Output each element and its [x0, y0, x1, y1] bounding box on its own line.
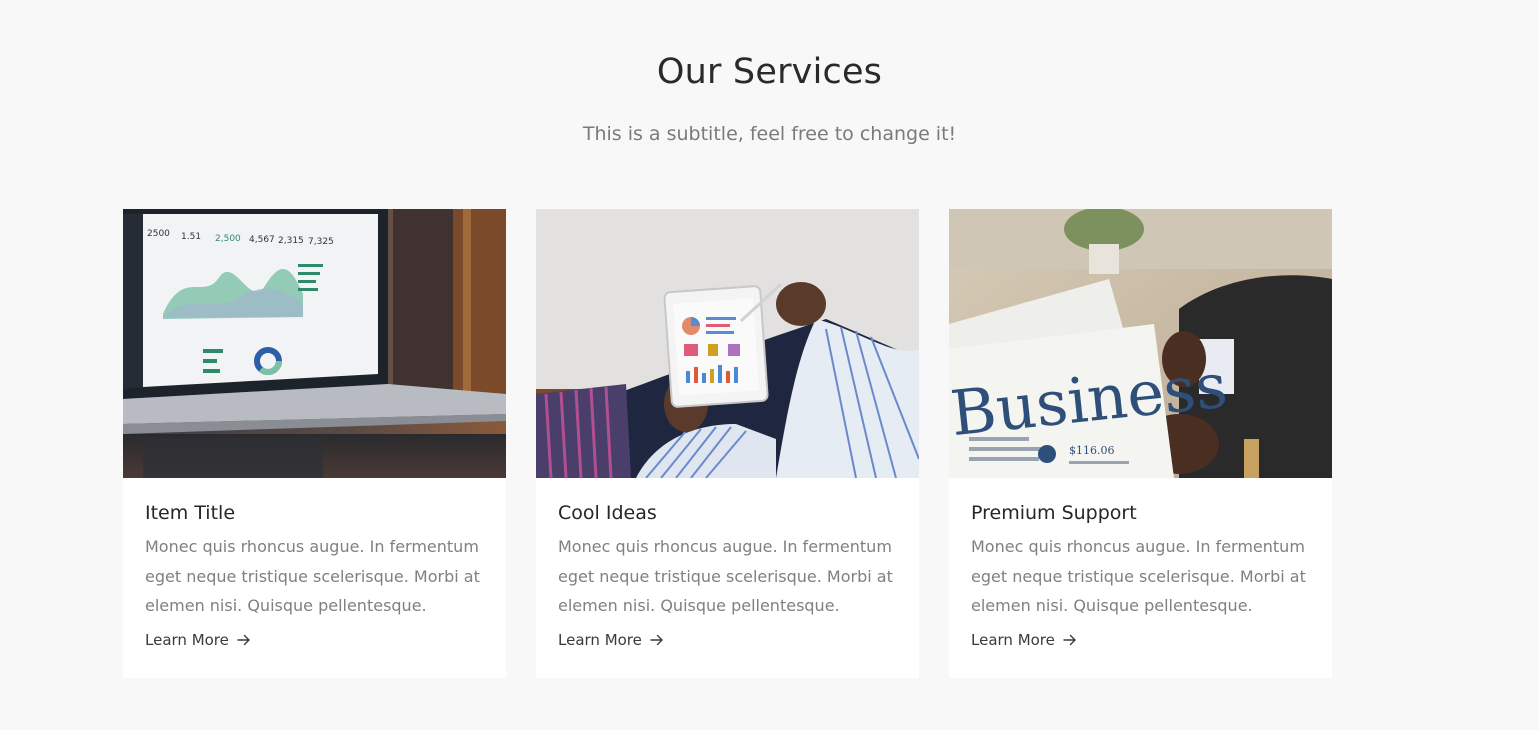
laptop-stat-4: 4,567 — [249, 235, 275, 245]
service-card: 2500 1.51 2,500 4,567 2,315 7,325 Item T… — [123, 209, 506, 678]
laptop-stat-6: 7,325 — [308, 237, 334, 247]
section-title: Our Services — [656, 52, 883, 92]
card-title: Cool Ideas — [558, 502, 657, 524]
arrow-right-icon — [1063, 634, 1076, 645]
service-card: Business $116.06 Premium Support Monec q… — [949, 209, 1332, 678]
services-section: Our Services This is a subtitle, feel fr… — [0, 0, 1539, 730]
learn-more-label: Learn More — [971, 630, 1055, 649]
learn-more-link[interactable]: Learn More — [558, 631, 664, 649]
service-card: Cool Ideas Monec quis rhoncus augue. In … — [536, 209, 919, 678]
newspaper-price: $116.06 — [1069, 444, 1115, 457]
section-subtitle: This is a subtitle, feel free to change … — [582, 123, 957, 145]
tablet-charts-image — [536, 209, 919, 478]
card-description: Monec quis rhoncus augue. In fermentum e… — [971, 537, 1306, 615]
learn-more-label: Learn More — [558, 630, 642, 649]
card-title: Item Title — [145, 502, 236, 524]
laptop-dashboard-image: 2500 1.51 2,500 4,567 2,315 7,325 — [123, 209, 506, 478]
learn-more-link[interactable]: Learn More — [145, 631, 251, 649]
business-newspaper-image: Business $116.06 — [949, 209, 1332, 478]
learn-more-label: Learn More — [145, 630, 229, 649]
laptop-stat-1: 2500 — [147, 229, 170, 239]
arrow-right-icon — [237, 634, 250, 645]
card-description: Monec quis rhoncus augue. In fermentum e… — [145, 537, 480, 615]
laptop-stat-3: 2,500 — [215, 234, 241, 244]
arrow-right-icon — [650, 634, 663, 645]
card-title: Premium Support — [971, 502, 1137, 524]
learn-more-link[interactable]: Learn More — [971, 631, 1077, 649]
card-description: Monec quis rhoncus augue. In fermentum e… — [558, 537, 893, 615]
laptop-stat-2: 1.51 — [181, 232, 201, 242]
laptop-stat-5: 2,315 — [278, 236, 304, 246]
